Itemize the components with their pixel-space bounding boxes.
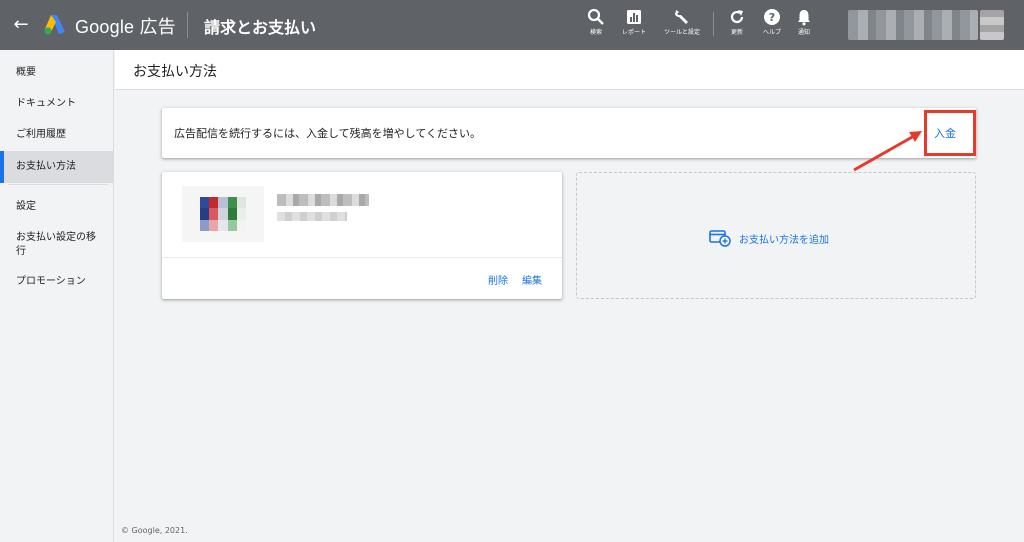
main-header: お支払い方法	[115, 50, 1024, 90]
avatar[interactable]	[980, 10, 1004, 40]
wrench-icon	[674, 10, 688, 24]
sidebar-item-documents[interactable]: ドキュメント	[0, 97, 114, 111]
card-brand-image	[200, 197, 246, 231]
account-email[interactable]	[848, 10, 978, 40]
edit-button[interactable]: 編集	[522, 272, 542, 287]
tools-settings-label: ツールと設定	[663, 29, 700, 36]
sidebar-item-settings[interactable]: 設定	[0, 200, 114, 214]
search-icon	[587, 8, 604, 25]
google-ads-logo	[44, 15, 65, 35]
refresh-icon	[730, 10, 744, 24]
card-number-redacted	[277, 212, 347, 221]
tools-divider	[713, 12, 714, 36]
card-name-redacted	[277, 194, 369, 206]
delete-button[interactable]: 削除	[488, 272, 508, 287]
brand-name: Google 広告	[75, 17, 176, 37]
payment-method-card: 削除 編集	[162, 172, 562, 299]
sidebar-item-transactions[interactable]: ご利用履歴	[0, 128, 114, 142]
add-card-icon	[709, 230, 731, 247]
sidebar-divider	[8, 184, 108, 185]
header-divider	[187, 12, 188, 38]
add-payment-method-button[interactable]: お支払い方法を追加	[709, 229, 829, 247]
report-tool[interactable]: レポート	[612, 8, 656, 37]
notice-text: 広告配信を続行するには、入金して残高を増やしてください。	[174, 127, 482, 140]
top-bar: ← Google 広告 請求とお支払い 検索 レポート ツールと設定 更新 ? …	[0, 0, 1024, 50]
sidebar-item-summary[interactable]: 概要	[0, 66, 114, 80]
add-payment-method-label: お支払い方法を追加	[739, 234, 829, 246]
tools-settings-tool[interactable]: ツールと設定	[660, 8, 704, 37]
arrow-annotation	[853, 131, 922, 172]
page-title: 請求とお支払い	[204, 18, 317, 37]
report-tool-label: レポート	[621, 29, 646, 36]
help-icon: ?	[764, 9, 780, 25]
card-divider	[162, 257, 562, 258]
sidebar-item-migration[interactable]: お支払い設定の移行	[0, 231, 100, 259]
copyright: © Google, 2021.	[121, 526, 188, 535]
svg-text:?: ?	[769, 11, 775, 24]
sidebar: 概要 ドキュメント ご利用履歴 お支払い方法 設定 お支払い設定の移行 プロモー…	[0, 50, 114, 542]
card-logo	[182, 186, 264, 242]
add-payment-method-card[interactable]: お支払い方法を追加	[576, 172, 976, 299]
section-title: お支払い方法	[133, 64, 217, 80]
notification-tool-label: 通知	[797, 29, 810, 36]
report-icon	[627, 10, 641, 24]
sidebar-item-payment-methods[interactable]: お支払い方法	[0, 151, 114, 183]
sidebar-item-promotions[interactable]: プロモーション	[0, 275, 114, 289]
bell-icon	[798, 10, 810, 26]
notification-tool[interactable]: 通知	[782, 8, 826, 37]
arrow-back-icon[interactable]: ←	[10, 13, 32, 35]
